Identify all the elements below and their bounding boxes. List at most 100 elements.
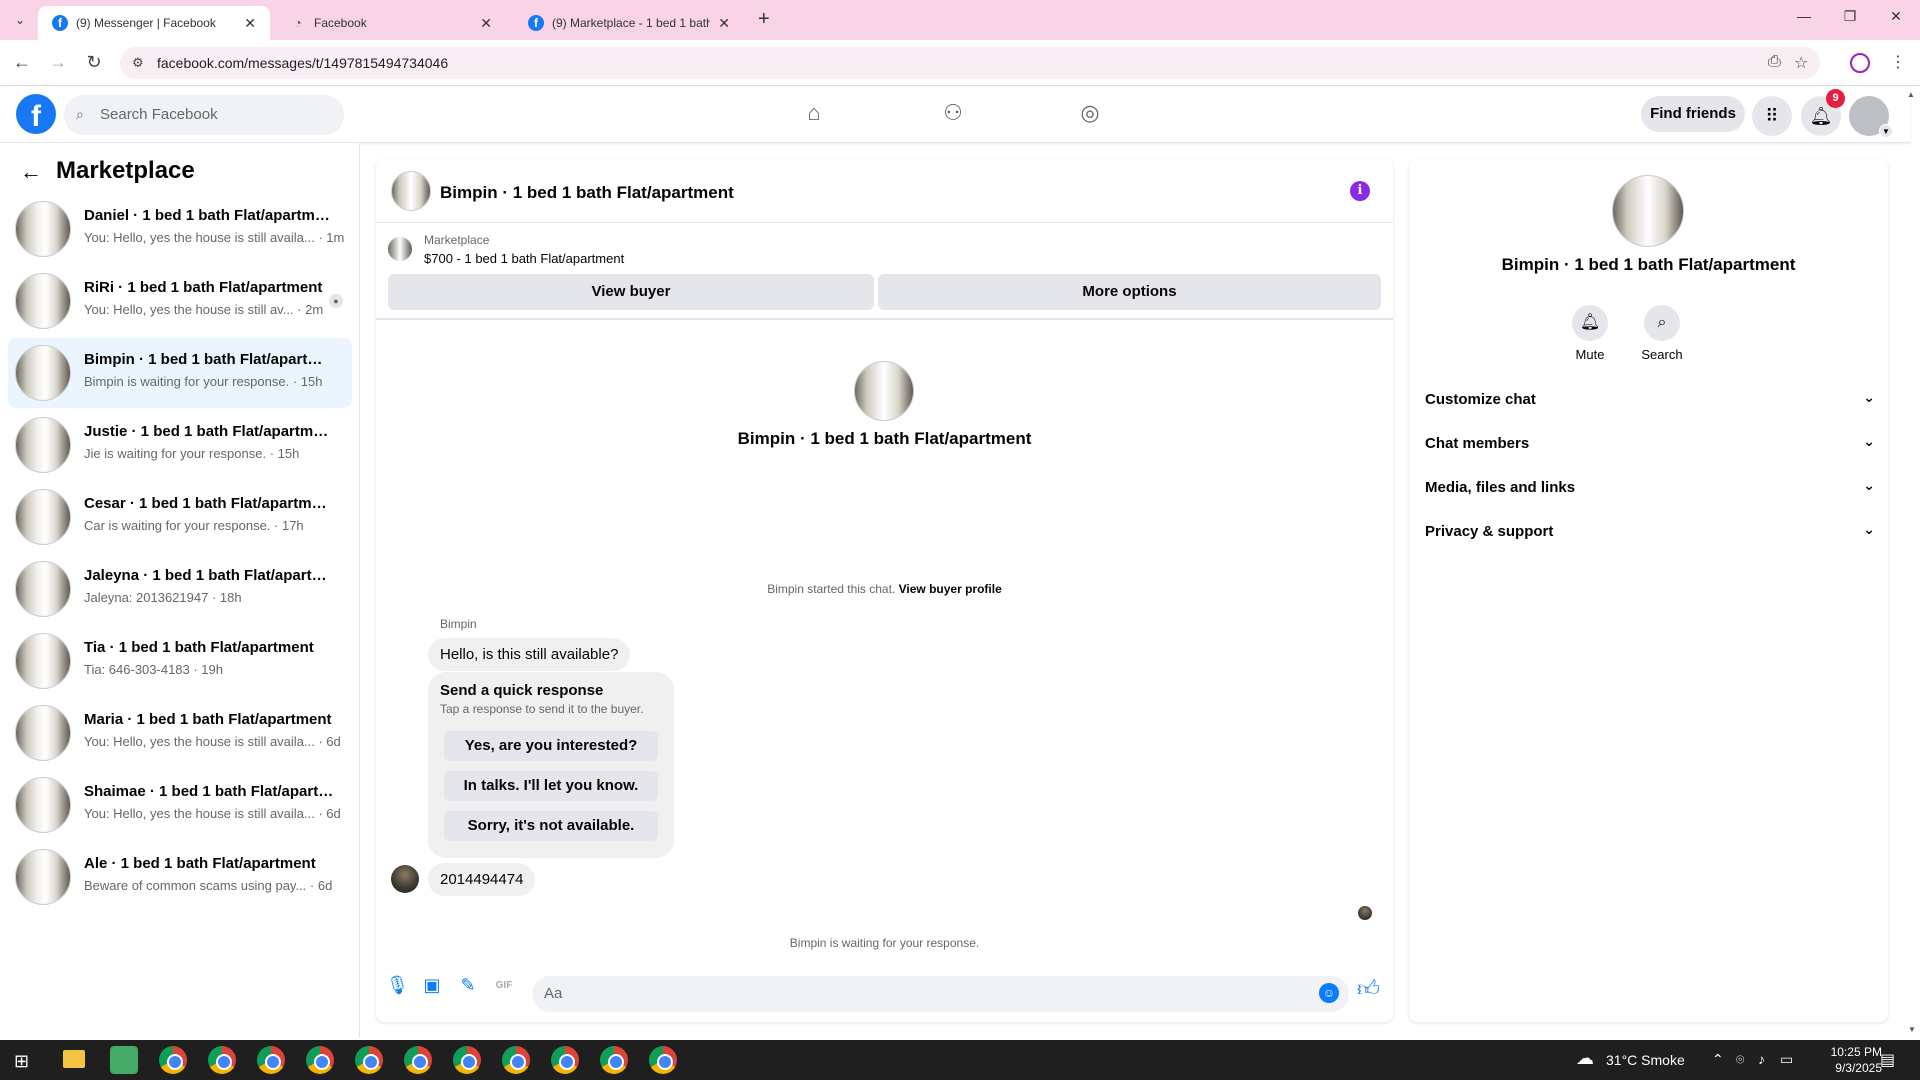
new-tab-button[interactable]: +	[758, 8, 770, 31]
account-avatar[interactable]: ▼	[1849, 96, 1893, 138]
avatar	[15, 633, 71, 689]
conversation-item[interactable]: Justie · 1 bed 1 bath Flat/apartment Jie…	[8, 410, 352, 480]
home-icon[interactable]: ⌂	[794, 100, 834, 130]
conversation-item[interactable]: Tia · 1 bed 1 bath Flat/apartment Tia: 6…	[8, 626, 352, 696]
search-input[interactable]: ⌕ Search Facebook	[64, 95, 344, 135]
chrome-icon[interactable]	[404, 1046, 432, 1074]
emoji-icon[interactable]: ☺	[1319, 983, 1339, 1003]
privacy-support-section[interactable]: Privacy & support ⌄	[1425, 513, 1875, 549]
facebook-favicon-icon: f	[528, 15, 544, 31]
conversation-item[interactable]: Shaimae · 1 bed 1 bath Flat/apartm... Yo…	[8, 770, 352, 840]
search-button[interactable]: ⌕ Search	[1632, 305, 1692, 362]
customize-chat-section[interactable]: Customize chat ⌄	[1425, 381, 1875, 417]
chrome-icon[interactable]	[551, 1046, 579, 1074]
scroll-up-arrow-icon[interactable]: ▲	[1907, 90, 1915, 99]
attach-image-icon[interactable]: ▣	[421, 975, 443, 997]
clock[interactable]: 10:25 PM 9/3/2025	[1822, 1044, 1882, 1076]
microphone-icon[interactable]: 🎙︎	[386, 975, 409, 997]
weather-icon[interactable]: ☁	[1576, 1048, 1594, 1069]
facebook-logo-icon[interactable]: f	[16, 94, 56, 134]
chrome-icon[interactable]	[649, 1046, 677, 1074]
chrome-icon[interactable]	[502, 1046, 530, 1074]
close-tab-icon[interactable]: ✕	[480, 15, 492, 32]
minimize-icon[interactable]: —	[1784, 8, 1824, 24]
mute-button[interactable]: 🔔︎ Mute	[1560, 305, 1620, 362]
chat-members-section[interactable]: Chat members ⌄	[1425, 425, 1875, 461]
chrome-icon[interactable]	[306, 1046, 334, 1074]
conversation-preview: Bimpin is waiting for your response. · 1…	[84, 374, 323, 389]
network-icon[interactable]: ▭	[1780, 1051, 1793, 1068]
groups-icon[interactable]: ◎	[1070, 100, 1110, 130]
tab-facebook[interactable]: ◔ Facebook ✕	[276, 6, 506, 40]
close-window-icon[interactable]: ✕	[1876, 8, 1916, 25]
sticker-icon[interactable]: ✎	[457, 975, 479, 997]
view-buyer-button[interactable]: View buyer	[388, 274, 874, 310]
forward-arrow-icon[interactable]: →	[46, 52, 70, 73]
browser-menu-icon[interactable]: ⋮	[1890, 52, 1906, 72]
find-friends-button[interactable]: Find friends	[1641, 96, 1745, 132]
restore-icon[interactable]: ❐	[1830, 8, 1870, 25]
avatar[interactable]	[391, 171, 431, 211]
back-arrow-icon[interactable]: ←	[10, 52, 34, 73]
camera-icon[interactable]: ⌾	[1736, 1051, 1744, 1068]
conversation-item[interactable]: Maria · 1 bed 1 bath Flat/apartment You:…	[8, 698, 352, 768]
conversation-item[interactable]: Cesar · 1 bed 1 bath Flat/apartment Car …	[8, 482, 352, 552]
tab-title: Facebook	[314, 16, 367, 30]
avatar	[391, 865, 419, 893]
chevron-down-icon: ⌄	[1863, 389, 1875, 405]
conversation-item[interactable]: Bimpin · 1 bed 1 bath Flat/apartment Bim…	[8, 338, 352, 408]
info-icon[interactable]: i	[1350, 181, 1370, 201]
conversation-item[interactable]: RiRi · 1 bed 1 bath Flat/apartment You: …	[8, 266, 352, 336]
thumbs-up-icon[interactable]: 👍︎	[1357, 975, 1380, 1002]
quick-response-button[interactable]: Sorry, it's not available.	[444, 811, 658, 841]
search-placeholder: Search Facebook	[100, 106, 218, 123]
more-options-button[interactable]: More options	[878, 274, 1381, 310]
quick-response-button[interactable]: Yes, are you interested?	[444, 731, 658, 761]
reload-icon[interactable]: ↻	[82, 52, 106, 73]
show-hidden-icons-icon[interactable]: ⌃	[1712, 1051, 1724, 1068]
bookmark-star-icon[interactable]: ☆	[1794, 53, 1808, 73]
menu-grid-icon[interactable]: ⠿	[1752, 96, 1792, 136]
chrome-icon[interactable]	[453, 1046, 481, 1074]
site-info-icon[interactable]: ⚙	[132, 55, 144, 71]
section-label: Customize chat	[1425, 391, 1536, 408]
view-buyer-profile-link[interactable]: View buyer profile	[899, 582, 1002, 596]
chat-header: Bimpin · 1 bed 1 bath Flat/apartment i	[376, 159, 1393, 223]
app-icon[interactable]	[110, 1046, 138, 1074]
browser-profile-icon[interactable]	[1850, 53, 1870, 73]
chrome-icon[interactable]	[257, 1046, 285, 1074]
search-label: Search	[1641, 347, 1683, 362]
back-arrow-icon[interactable]: ←	[20, 159, 42, 185]
tab-messenger[interactable]: f (9) Messenger | Facebook ✕	[38, 6, 270, 40]
url-field[interactable]: ⚙ facebook.com/messages/t/14978154947340…	[120, 47, 1820, 79]
chrome-icon[interactable]	[600, 1046, 628, 1074]
file-explorer-icon[interactable]	[63, 1050, 85, 1068]
chrome-icon[interactable]	[208, 1046, 236, 1074]
avatar	[15, 705, 71, 761]
conversation-item[interactable]: Ale · 1 bed 1 bath Flat/apartment Beware…	[8, 842, 352, 912]
friends-icon[interactable]: ⚇	[933, 100, 973, 130]
install-app-icon[interactable]: ⎙	[1768, 53, 1781, 71]
conversation-item[interactable]: Daniel · 1 bed 1 bath Flat/apartment You…	[8, 194, 352, 264]
scroll-down-arrow-icon[interactable]: ▼	[1908, 1025, 1916, 1034]
close-tab-icon[interactable]: ✕	[718, 15, 730, 32]
url-text[interactable]: facebook.com/messages/t/1497815494734046	[157, 55, 448, 71]
chat-started-notice: Bimpin started this chat. View buyer pro…	[376, 582, 1393, 596]
conversation-preview: You: Hello, yes the house is still avail…	[84, 806, 341, 821]
tab-marketplace[interactable]: f (9) Marketplace - 1 bed 1 bath ✕	[514, 6, 744, 40]
weather-widget[interactable]: 31°C Smoke	[1606, 1052, 1685, 1068]
quick-response-button[interactable]: In talks. I'll let you know.	[444, 771, 658, 801]
windows-start-icon[interactable]: ⊞	[14, 1051, 29, 1072]
chrome-icon[interactable]	[159, 1046, 187, 1074]
chat-title[interactable]: Bimpin · 1 bed 1 bath Flat/apartment	[440, 183, 734, 203]
close-tab-icon[interactable]: ✕	[244, 15, 256, 32]
media-files-links-section[interactable]: Media, files and links ⌄	[1425, 469, 1875, 505]
chrome-icon[interactable]	[355, 1046, 383, 1074]
message-input[interactable]: Aa ☺	[532, 976, 1349, 1012]
volume-icon[interactable]: ♪	[1758, 1051, 1765, 1067]
notification-center-icon[interactable]: ▤	[1880, 1050, 1895, 1070]
gif-icon[interactable]: GIF	[493, 975, 515, 997]
browser-tab-bar: ⌄ f (9) Messenger | Facebook ✕ ◔ Faceboo…	[0, 0, 1920, 40]
conversation-item[interactable]: Jaleyna · 1 bed 1 bath Flat/apartme... J…	[8, 554, 352, 624]
tab-search-chevron-icon[interactable]: ⌄	[10, 10, 30, 30]
